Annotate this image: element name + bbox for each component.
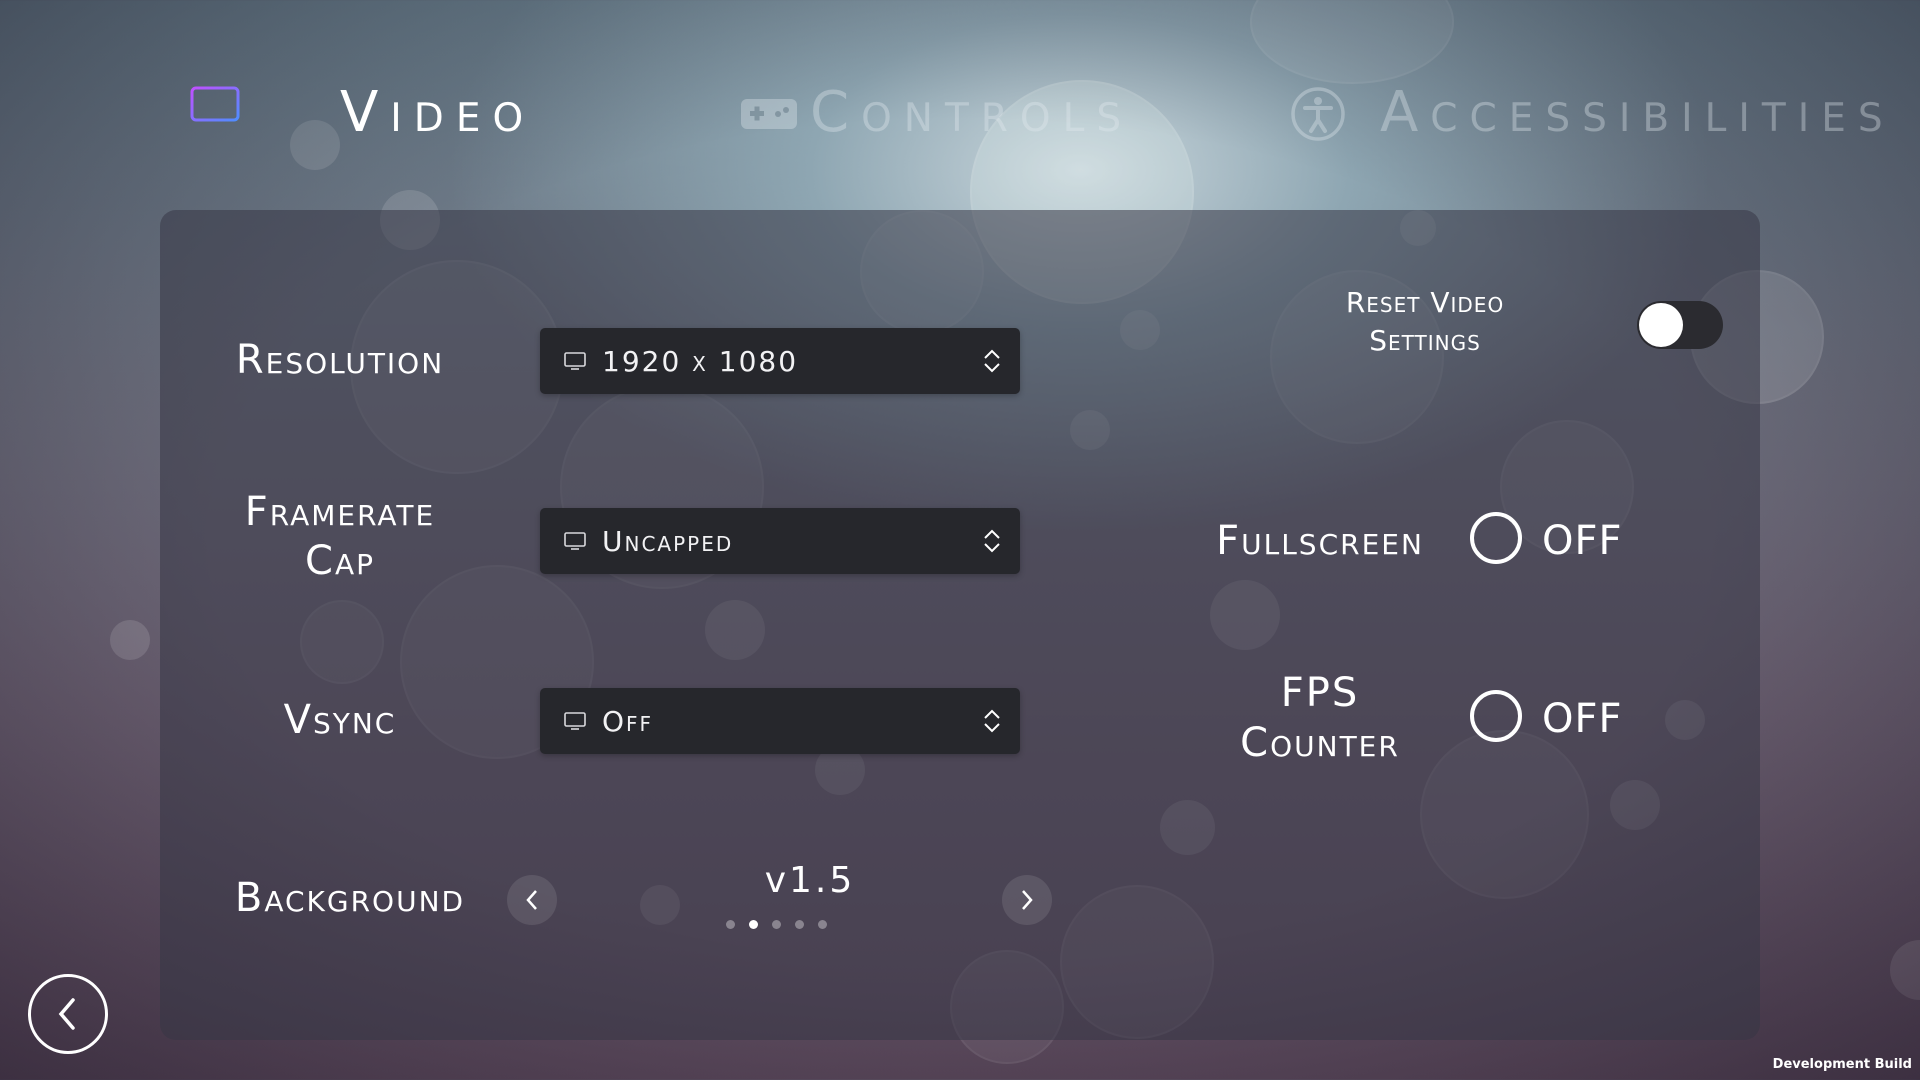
framerate-label-line1: Framerate xyxy=(244,489,436,535)
vsync-dropdown[interactable]: Off xyxy=(540,688,1020,754)
fps-counter-label: FPS Counter xyxy=(1190,668,1450,768)
page-dot xyxy=(795,920,804,929)
fps-counter-radio[interactable] xyxy=(1470,690,1522,742)
framerate-label-line2: Cap xyxy=(305,537,375,584)
background-value: v1.5 xyxy=(764,860,856,901)
monitor-icon xyxy=(564,712,586,730)
tab-controls-label: Controls xyxy=(810,80,1134,145)
page-dot xyxy=(726,920,735,929)
settings-panel: Resolution 1920 x 1080 Framerate Cap Unc… xyxy=(160,210,1760,1040)
page-dot xyxy=(772,920,781,929)
background-next-button[interactable] xyxy=(1002,875,1052,925)
resolution-dropdown[interactable]: 1920 x 1080 xyxy=(540,328,1020,394)
chevron-left-icon xyxy=(58,998,75,1030)
monitor-icon xyxy=(190,86,240,134)
development-build-label: Development Build xyxy=(1772,1057,1912,1072)
framerate-value: Uncapped xyxy=(602,524,734,558)
accessibility-icon xyxy=(1290,86,1346,146)
tab-accessibilities-label: Accessibilities xyxy=(1380,80,1895,145)
toggle-knob xyxy=(1639,303,1683,347)
background-page-dots xyxy=(726,920,827,929)
monitor-icon xyxy=(564,352,586,370)
vsync-value: Off xyxy=(602,704,654,738)
page-dot xyxy=(818,920,827,929)
reset-label-line2: Settings xyxy=(1369,323,1481,357)
tab-video[interactable]: Video xyxy=(190,80,535,145)
up-down-chevron-icon xyxy=(984,709,1000,733)
chevron-right-icon xyxy=(1022,890,1033,910)
framerate-dropdown[interactable]: Uncapped xyxy=(540,508,1020,574)
tab-bar: Video Controls Accessibilities xyxy=(0,0,1920,230)
fps-counter-value: OFF xyxy=(1542,696,1623,742)
framerate-label: Framerate Cap xyxy=(210,488,470,586)
fps-counter-label-line2: Counter xyxy=(1240,720,1400,766)
reset-video-settings-label: Reset Video Settings xyxy=(1315,284,1535,360)
chevron-left-icon xyxy=(526,890,537,910)
reset-label-line1: Reset Video xyxy=(1345,286,1505,319)
fps-counter-label-line1: FPS xyxy=(1280,670,1360,716)
up-down-chevron-icon xyxy=(984,529,1000,553)
vsync-label: Vsync xyxy=(283,697,397,743)
fullscreen-radio[interactable] xyxy=(1470,512,1522,564)
fullscreen-value: OFF xyxy=(1542,518,1623,564)
monitor-icon xyxy=(564,532,586,550)
tab-accessibilities[interactable]: Accessibilities xyxy=(1290,80,1895,145)
background-prev-button[interactable] xyxy=(507,875,557,925)
page-dot-active xyxy=(749,920,758,929)
reset-video-settings-toggle[interactable] xyxy=(1637,301,1723,349)
up-down-chevron-icon xyxy=(984,349,1000,373)
tab-video-label: Video xyxy=(340,80,536,145)
back-button[interactable] xyxy=(28,974,108,1054)
tab-controls[interactable]: Controls xyxy=(740,80,1133,145)
fullscreen-label: Fullscreen xyxy=(1216,518,1424,564)
resolution-value: 1920 x 1080 xyxy=(602,344,799,378)
background-label: Background xyxy=(234,875,466,921)
gamepad-icon xyxy=(740,98,798,134)
resolution-label: Resolution xyxy=(235,337,445,383)
